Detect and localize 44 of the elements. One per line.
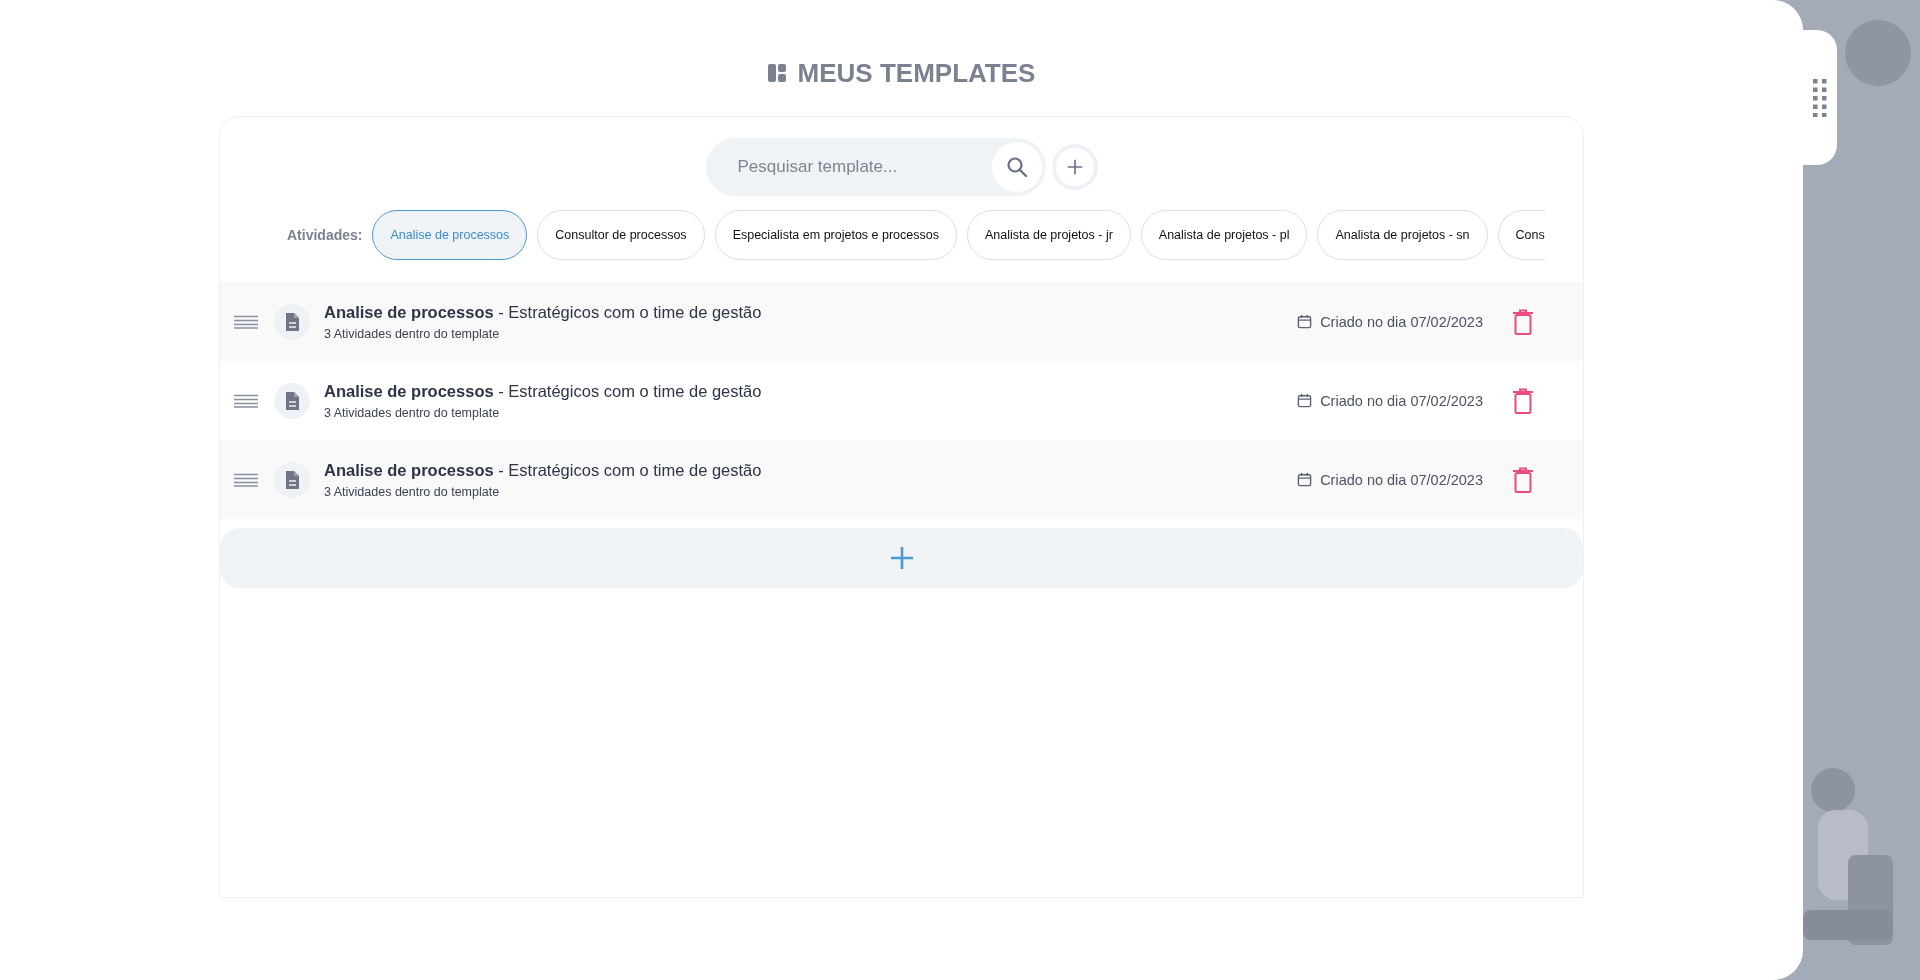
document-icon <box>274 303 310 340</box>
search-field[interactable]: Pesquisar template... <box>705 138 1046 196</box>
template-title: Analise de processos - Estratégicos com o time de gestão <box>324 381 763 401</box>
template-subtitle: 3 Atividades dentro do template <box>324 484 501 499</box>
template-title: Analise de processos - Estratégicos com o time de gestão <box>324 460 763 480</box>
template-row[interactable]: Analise de processos - Estratégicos com o time de gestão 3 Atividades dentro do template Criado no dia 07/02/2023 <box>220 440 1583 519</box>
created-date: Criado no dia 07/02/2023 <box>1320 392 1483 409</box>
template-subtitle: 3 Atividades dentro do template <box>324 326 501 341</box>
delete-button[interactable] <box>1513 466 1533 493</box>
activity-chip[interactable]: Analista de projetos - pl <box>1140 210 1308 260</box>
template-title: Analise de processos - Estratégicos com o time de gestão <box>324 302 763 322</box>
activity-chip[interactable]: Consultor de processos <box>537 210 705 260</box>
trash-icon <box>1513 387 1533 414</box>
calendar-icon <box>1297 393 1313 408</box>
plus-icon <box>1065 158 1084 176</box>
template-subtitle: 3 Atividades dentro do template <box>324 405 501 420</box>
template-row[interactable]: Analise de processos - Estratégicos com o time de gestão 3 Atividades dentro do template Criado no dia 07/02/2023 <box>220 282 1583 361</box>
dashboard-icon <box>767 64 786 82</box>
drag-handle-icon[interactable] <box>234 472 258 487</box>
calendar-icon <box>1297 472 1313 487</box>
activity-chip[interactable]: Especialista em projetos e processos <box>714 210 957 260</box>
filter-label: Atividades: <box>287 227 363 243</box>
delete-button[interactable] <box>1513 308 1533 335</box>
calendar-icon <box>1297 314 1313 329</box>
trash-icon <box>1513 466 1533 493</box>
grid-dots-icon <box>1813 78 1827 117</box>
apps-tab[interactable] <box>1803 30 1837 165</box>
search-button[interactable] <box>991 142 1042 192</box>
activity-chip[interactable]: Analista de projetos - jr <box>967 210 1131 260</box>
document-icon <box>274 461 310 498</box>
trash-icon <box>1513 308 1533 335</box>
created-date: Criado no dia 07/02/2023 <box>1320 471 1483 488</box>
plus-icon <box>889 546 914 570</box>
add-template-button[interactable] <box>1051 144 1098 190</box>
created-date: Criado no dia 07/02/2023 <box>1320 313 1483 330</box>
search-icon <box>1004 155 1029 179</box>
activity-chip[interactable]: Analista de projetos - sn <box>1317 210 1488 260</box>
drag-handle-icon[interactable] <box>234 393 258 408</box>
activity-chip[interactable]: Cons <box>1497 210 1545 260</box>
page-title: MEUS TEMPLATES <box>797 57 1036 89</box>
drag-handle-icon[interactable] <box>234 314 258 329</box>
document-icon <box>274 382 310 419</box>
search-input[interactable]: Pesquisar template... <box>735 156 992 178</box>
delete-button[interactable] <box>1513 387 1533 414</box>
